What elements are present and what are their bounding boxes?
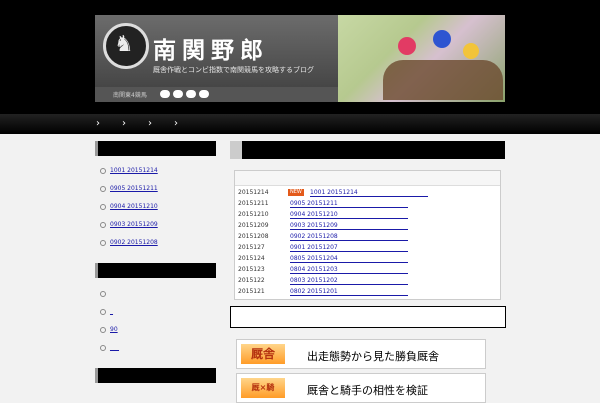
sidebar-heading [95, 368, 216, 383]
nav-item[interactable]: › [96, 118, 100, 129]
racecourse-badge-icon[interactable] [173, 90, 183, 98]
sidebar-link[interactable]: 1001 20151214 [100, 167, 158, 174]
racecourse-badge-icon[interactable] [186, 90, 196, 98]
bullet-icon [100, 344, 106, 351]
sidebar-link[interactable]: ___ [100, 344, 119, 351]
entry-row: 2015124 0805 20151204 [238, 254, 496, 264]
linkbar-label: 南関東4競馬 [113, 92, 147, 99]
entry-row: 2015122 0803 20151202 [238, 276, 496, 286]
jockey-image [463, 43, 479, 59]
sidebar-heading [95, 141, 216, 156]
entry-row: 2015127 0901 20151207 [238, 243, 496, 253]
sidebar-link[interactable]: 0904 20151210 [100, 203, 158, 210]
nav-item[interactable]: › [174, 118, 178, 129]
entry-row: 20151211 0905 20151211 [238, 199, 496, 209]
nav-item[interactable]: › [148, 118, 152, 129]
entry-row: 20151208 0902 20151208 [238, 232, 496, 242]
bullet-icon [100, 290, 106, 297]
entry-row: 20151209 0903 20151209 [238, 221, 496, 231]
sidebar-heading [95, 263, 216, 278]
header-photo [338, 15, 505, 102]
sidebar-link[interactable]: _ [100, 308, 113, 315]
horse-image [383, 60, 503, 100]
bullet-icon [100, 308, 106, 315]
panel-header-strip [235, 171, 500, 186]
bullet-icon [100, 203, 106, 210]
new-badge: NEW [288, 189, 304, 196]
entry-row: 2015121 0802 20151201 [238, 287, 496, 297]
entry-list-panel: 20151214 NEW 1001 20151214 20151211 0905 20… [234, 170, 501, 300]
stable-banner[interactable]: 厩舎 出走態勢から見た勝負厩舎 [236, 339, 486, 369]
banner-text: 出走態勢から見た勝負厩舎 [307, 350, 439, 363]
nav-bar: › › › › [0, 114, 600, 134]
sidebar-link[interactable]: 0902 20151208 [100, 239, 158, 246]
bullet-icon [100, 326, 106, 333]
entry-row: 20151214 NEW 1001 20151214 [238, 188, 496, 198]
entry-row: 20151210 0904 20151210 [238, 210, 496, 220]
stable-banner-icon: 厩舎 [241, 344, 285, 364]
sidebar-link[interactable]: 0905 20151211 [100, 185, 158, 192]
stable-jockey-banner-icon: 厩×騎 [241, 378, 285, 398]
stable-jockey-banner[interactable]: 厩×騎 厩舎と騎手の相性を検証 [236, 373, 486, 403]
bullet-icon [100, 221, 106, 228]
sidebar-link[interactable] [100, 290, 110, 297]
site-title[interactable]: 南関野郎 [153, 31, 269, 65]
nav-item[interactable]: › [122, 118, 126, 129]
bullet-icon [100, 167, 106, 174]
entry-row: 2015123 0804 20151203 [238, 265, 496, 275]
site-header: ♞ 南関野郎 厩舎作戦とコンビ指数で南関競馬を攻略するブログ 南関東4競馬 [95, 15, 505, 102]
sidebar-link[interactable]: 0903 20151209 [100, 221, 158, 228]
horse-logo-icon[interactable]: ♞ [103, 23, 149, 69]
sidebar-link[interactable]: 90 [100, 326, 118, 333]
bullet-icon [100, 185, 106, 192]
empty-content-box [230, 306, 506, 328]
jockey-image [398, 37, 416, 55]
racecourse-badge-icon[interactable] [160, 90, 170, 98]
header-link-bar: 南関東4競馬 [95, 87, 338, 102]
main-heading [230, 141, 505, 159]
jockey-image [433, 30, 451, 48]
site-tagline: 厩舎作戦とコンビ指数で南関競馬を攻略するブログ [153, 66, 314, 74]
banner-text: 厩舎と騎手の相性を検証 [307, 384, 428, 397]
bullet-icon [100, 239, 106, 246]
racecourse-badge-icon[interactable] [199, 90, 209, 98]
